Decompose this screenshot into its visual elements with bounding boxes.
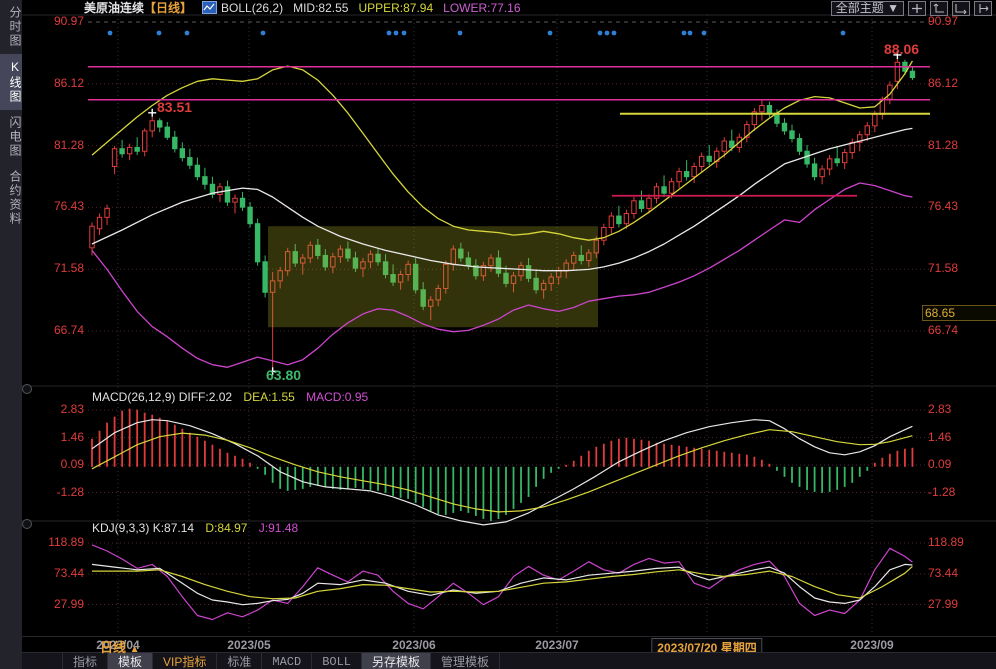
highlight-region-box bbox=[268, 226, 598, 327]
triangle-up-icon: ▲ bbox=[130, 644, 140, 655]
macd-scale-label: 2.83 bbox=[22, 402, 84, 416]
panel-collapse-icon bbox=[23, 385, 32, 394]
price-axis-label: 71.58 bbox=[928, 261, 958, 275]
region-box bbox=[268, 226, 598, 327]
period-selector[interactable]: 日线 ▲ bbox=[100, 637, 140, 656]
kdj-panel bbox=[92, 545, 912, 620]
event-dots bbox=[108, 31, 846, 36]
view-sidebar: 分时图K线图闪电图合约资料 bbox=[0, 0, 22, 669]
crosshair-icon[interactable] bbox=[908, 1, 926, 16]
indicator-toolbar: 指标模板VIP指标标准MACDBOLL另存模板管理模板 bbox=[22, 652, 996, 669]
panel-collapse-icon bbox=[23, 520, 32, 529]
price-annotation: 63.80 bbox=[266, 367, 301, 383]
toolbar-tab[interactable]: VIP指标 bbox=[153, 653, 217, 669]
toolbar-tab[interactable]: BOLL bbox=[312, 653, 362, 669]
price-axis-label: 66.74 bbox=[928, 323, 958, 337]
price-axis-label: 76.43 bbox=[928, 199, 958, 213]
macd-dea-value: DEA:1.55 bbox=[243, 390, 294, 404]
price-axis-label: 81.28 bbox=[928, 138, 958, 152]
kdj-panel-header: KDJ(9,3,3) K:87.14 D:84.97 J:91.48 bbox=[92, 521, 298, 535]
y-axis-zoom-icon[interactable] bbox=[930, 1, 948, 16]
date-axis-label: 2023/07 bbox=[535, 638, 578, 652]
sidebar-item-view[interactable]: 合约资料 bbox=[0, 164, 22, 232]
macd-title: MACD(26,12,9) bbox=[92, 390, 175, 404]
kdj-d-value: D:84.97 bbox=[205, 521, 247, 535]
price-axis-label: 86.12 bbox=[22, 76, 84, 90]
price-axis-label: 71.58 bbox=[22, 261, 84, 275]
macd-scale-label: -1.28 bbox=[22, 485, 84, 499]
macd-scale-label: 2.83 bbox=[928, 402, 951, 416]
macd-scale-label: 1.46 bbox=[928, 430, 951, 444]
toolbar-tab[interactable]: 另存模板 bbox=[362, 653, 431, 669]
price-axis-label: 90.97 bbox=[928, 14, 958, 28]
sidebar-item-active[interactable]: K线图 bbox=[0, 54, 22, 110]
price-marker-label: 68.65 bbox=[922, 305, 996, 321]
kdj-scale-label: 73.44 bbox=[22, 566, 84, 580]
trend-hlines bbox=[88, 67, 930, 196]
shift-right-icon[interactable] bbox=[974, 1, 992, 16]
macd-panel-header: MACD(26,12,9) DIFF:2.02 DEA:1.55 MACD:0.… bbox=[92, 390, 368, 404]
sidebar-item-view[interactable]: 分时图 bbox=[0, 0, 22, 54]
period-selector-label: 日线 bbox=[100, 640, 126, 655]
chevron-down-icon: ▼ bbox=[887, 1, 899, 15]
price-axis-label: 76.43 bbox=[22, 199, 84, 213]
price-axis-label: 86.12 bbox=[928, 76, 958, 90]
chart-canvas bbox=[0, 0, 996, 652]
sidebar-item-view[interactable]: 闪电图 bbox=[0, 110, 22, 164]
period-tag: 【日线】 bbox=[144, 0, 192, 16]
macd-panel bbox=[92, 409, 912, 525]
macd-scale-label: 1.46 bbox=[22, 430, 84, 444]
macd-scale-label: 0.09 bbox=[928, 457, 951, 471]
kdj-j-value: J:91.48 bbox=[259, 521, 298, 535]
price-annotation: 83.51 bbox=[157, 99, 192, 115]
boll-mid-value: MID:82.55 bbox=[293, 1, 348, 15]
boll-lower-value: LOWER:77.16 bbox=[443, 1, 520, 15]
price-axis-label: 90.97 bbox=[22, 14, 84, 28]
boll-upper-value: UPPER:87.94 bbox=[358, 1, 433, 15]
macd-scale-label: -1.28 bbox=[928, 485, 955, 499]
theme-dropdown-button[interactable]: 全部主题 ▼ bbox=[831, 1, 904, 16]
kdj-scale-label: 73.44 bbox=[928, 566, 958, 580]
toolbar-spacer bbox=[22, 653, 63, 669]
date-axis-label: 2023/06 bbox=[392, 638, 435, 652]
chart-type-icon[interactable] bbox=[202, 1, 217, 14]
macd-scale-label: 0.09 bbox=[22, 457, 84, 471]
toolbar-tab[interactable]: 标准 bbox=[217, 653, 262, 669]
theme-dropdown-label: 全部主题 bbox=[836, 1, 884, 15]
price-annotation: 88.06 bbox=[884, 41, 919, 57]
kdj-scale-label: 118.89 bbox=[928, 535, 964, 549]
date-axis-label: 2023/05 bbox=[227, 638, 270, 652]
date-axis-label: 2023/09 bbox=[850, 638, 893, 652]
toolbar-tab[interactable]: 管理模板 bbox=[431, 653, 500, 669]
symbol-name: 美原油连续 bbox=[84, 0, 144, 16]
toolbar-tab[interactable]: MACD bbox=[262, 653, 312, 669]
price-axis-label: 81.28 bbox=[22, 138, 84, 152]
chart-header: 美原油连续 【日线】 BOLL(26,2) MID:82.55 UPPER:87… bbox=[22, 0, 996, 15]
x-axis-zoom-icon[interactable] bbox=[952, 1, 970, 16]
kdj-k-value: K:87.14 bbox=[153, 521, 194, 535]
indicator-name: BOLL(26,2) bbox=[221, 1, 283, 15]
kdj-scale-label: 118.89 bbox=[22, 535, 84, 549]
date-axis: 2023/042023/052023/062023/072023/07/20 星… bbox=[22, 636, 996, 653]
macd-macd-value: MACD:0.95 bbox=[306, 390, 368, 404]
kdj-scale-label: 27.99 bbox=[22, 597, 84, 611]
kdj-title: KDJ(9,3,3) bbox=[92, 521, 149, 535]
trading-app-window: 分时图K线图闪电图合约资料 美原油连续 【日线】 BOLL(26,2) MID:… bbox=[0, 0, 996, 669]
price-axis-label: 66.74 bbox=[22, 323, 84, 337]
kdj-scale-label: 27.99 bbox=[928, 597, 958, 611]
macd-diff-value: DIFF:2.02 bbox=[179, 390, 232, 404]
